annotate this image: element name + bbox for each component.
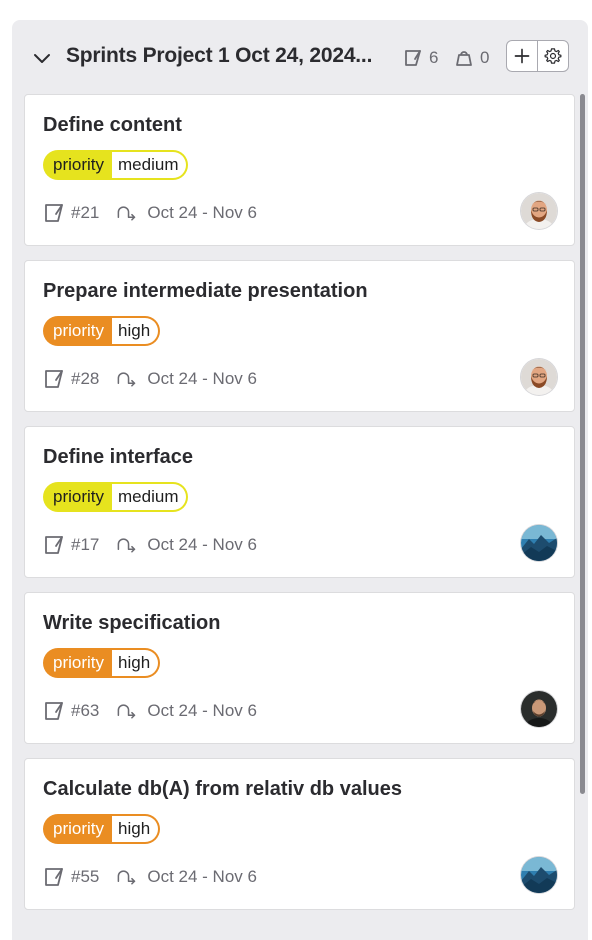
label-key: priority [53, 819, 105, 838]
iteration-dates: Oct 24 - Nov 6 [147, 701, 257, 720]
issue-card[interactable]: Calculate db(A) from relativ db values p… [24, 758, 575, 910]
card-meta: #63 Oct 24 - Nov 6 [43, 697, 257, 725]
chevron-down-icon[interactable] [32, 48, 52, 68]
priority-label[interactable]: priority medium [43, 482, 189, 512]
label-value: medium [112, 152, 187, 178]
issue-reference[interactable]: #63 [71, 701, 99, 721]
mountain-avatar [521, 857, 557, 893]
card-title[interactable]: Write specification [43, 612, 220, 635]
gear-icon [544, 48, 562, 64]
label-key: priority [53, 321, 105, 340]
priority-label[interactable]: priority high [43, 648, 161, 678]
scrollbar[interactable] [580, 94, 585, 794]
priority-label[interactable]: priority medium [43, 150, 189, 180]
issue-reference[interactable]: #55 [71, 867, 99, 887]
weight-count: 0 [454, 47, 489, 69]
assignee-avatar[interactable] [521, 857, 557, 893]
issues-icon [45, 370, 63, 388]
assignee-avatar[interactable] [521, 691, 557, 727]
iteration-dates: Oct 24 - Nov 6 [147, 535, 257, 554]
label-value: medium [112, 484, 187, 510]
assignee-avatar[interactable] [521, 359, 557, 395]
column-header: Sprints Project 1 Oct 24, 2024... 6 0 [12, 20, 588, 94]
iteration-dates: Oct 24 - Nov 6 [147, 203, 257, 222]
card-title[interactable]: Define interface [43, 446, 193, 469]
issues-icon [45, 702, 63, 720]
label-value: high [112, 318, 159, 344]
issues-icon [45, 868, 63, 886]
plus-icon [514, 48, 530, 64]
label-value: high [112, 650, 159, 676]
assignee-avatar[interactable] [521, 525, 557, 561]
issues-icon [405, 50, 421, 66]
card-title[interactable]: Prepare intermediate presentation [43, 280, 368, 303]
scrollbar-thumb[interactable] [580, 94, 585, 794]
issue-reference[interactable]: #21 [71, 203, 99, 223]
iteration-dates: Oct 24 - Nov 6 [147, 867, 257, 886]
weight-count-value: 0 [480, 48, 490, 67]
issues-count: 6 [403, 47, 438, 69]
card-title[interactable]: Calculate db(A) from relativ db values [43, 778, 402, 801]
issue-reference[interactable]: #17 [71, 535, 99, 555]
issue-card[interactable]: Define interface priority medium #17 Oct… [24, 426, 575, 578]
issues-count-value: 6 [429, 48, 439, 67]
card-meta: #55 Oct 24 - Nov 6 [43, 863, 257, 891]
priority-label[interactable]: priority high [43, 316, 161, 346]
card-meta: #17 Oct 24 - Nov 6 [43, 531, 257, 559]
issues-icon [45, 536, 63, 554]
card-meta: #28 Oct 24 - Nov 6 [43, 365, 257, 393]
assignee-avatar[interactable] [521, 193, 557, 229]
card-list: Define content priority medium #21 Oct 2… [12, 94, 588, 940]
issue-reference[interactable]: #28 [71, 369, 99, 389]
list-settings-button[interactable] [537, 40, 569, 72]
board-column: Sprints Project 1 Oct 24, 2024... 6 0 De… [12, 20, 588, 940]
column-title: Sprints Project 1 Oct 24, 2024... [66, 44, 373, 67]
issue-card[interactable]: Define content priority medium #21 Oct 2… [24, 94, 575, 246]
dark-portrait-avatar [521, 691, 557, 727]
bearded-man-avatar [521, 193, 557, 229]
card-title[interactable]: Define content [43, 114, 182, 137]
issue-card[interactable]: Prepare intermediate presentation priori… [24, 260, 575, 412]
priority-label[interactable]: priority high [43, 814, 161, 844]
issue-card[interactable]: Write specification priority high #63 Oc… [24, 592, 575, 744]
iteration-icon [117, 372, 136, 387]
label-key: priority [53, 487, 105, 506]
iteration-dates: Oct 24 - Nov 6 [147, 369, 257, 388]
iteration-icon [117, 206, 136, 221]
iteration-icon [117, 704, 136, 719]
add-issue-button[interactable] [506, 40, 538, 72]
issues-icon [45, 204, 63, 222]
iteration-icon [117, 538, 136, 553]
iteration-icon [117, 870, 136, 885]
label-value: high [112, 816, 159, 842]
bearded-man-avatar [521, 359, 557, 395]
label-key: priority [53, 155, 105, 174]
card-meta: #21 Oct 24 - Nov 6 [43, 199, 257, 227]
label-key: priority [53, 653, 105, 672]
weight-icon [456, 51, 472, 66]
mountain-avatar [521, 525, 557, 561]
